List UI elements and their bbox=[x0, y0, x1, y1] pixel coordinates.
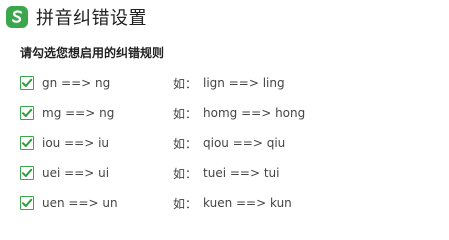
example-text: lign ==> ling bbox=[203, 76, 285, 90]
rule-text: iou ==> iu bbox=[42, 136, 110, 150]
rule-example: 如： tuei ==> tui bbox=[173, 165, 279, 182]
rule-checkbox[interactable] bbox=[20, 196, 34, 210]
rule-example: 如： homg ==> hong bbox=[173, 105, 305, 122]
rule-row: iou ==> iu 如： qiou ==> qiu bbox=[20, 128, 440, 158]
rule-checkbox[interactable] bbox=[20, 76, 34, 90]
rule-text: uen ==> un bbox=[42, 196, 118, 210]
rule-checkbox[interactable] bbox=[20, 136, 34, 150]
rule-checkbox[interactable] bbox=[20, 106, 34, 120]
example-text: kuen ==> kun bbox=[203, 196, 292, 210]
rule-row: gn ==> ng 如： lign ==> ling bbox=[20, 68, 440, 98]
example-label: 如： bbox=[173, 76, 198, 91]
sogou-logo-icon bbox=[6, 6, 28, 28]
rule-example: 如： kuen ==> kun bbox=[173, 195, 292, 212]
page-title: 拼音纠错设置 bbox=[36, 8, 147, 29]
rule-text: uei ==> ui bbox=[42, 166, 110, 180]
example-label: 如： bbox=[173, 136, 198, 151]
rule-checkbox[interactable] bbox=[20, 166, 34, 180]
example-text: tuei ==> tui bbox=[203, 166, 280, 180]
example-text: qiou ==> qiu bbox=[203, 136, 286, 150]
checkmark-icon bbox=[22, 168, 33, 177]
section-subtitle: 请勾选您想启用的纠错规则 bbox=[20, 46, 165, 60]
checkmark-icon bbox=[22, 138, 33, 147]
checkmark-icon bbox=[22, 108, 33, 117]
rule-text: mg ==> ng bbox=[42, 106, 115, 120]
example-label: 如： bbox=[173, 166, 198, 181]
rule-row: uen ==> un 如： kuen ==> kun bbox=[20, 188, 440, 218]
rule-row: mg ==> ng 如： homg ==> hong bbox=[20, 98, 440, 128]
rule-example: 如： qiou ==> qiu bbox=[173, 135, 285, 152]
example-text: homg ==> hong bbox=[203, 106, 306, 120]
rule-example: 如： lign ==> ling bbox=[173, 75, 285, 92]
rules-list: gn ==> ng 如： lign ==> ling mg ==> ng 如： … bbox=[20, 68, 440, 218]
rule-row: uei ==> ui 如： tuei ==> tui bbox=[20, 158, 440, 188]
checkmark-icon bbox=[22, 78, 33, 87]
header: 拼音纠错设置 bbox=[6, 4, 147, 30]
checkmark-icon bbox=[22, 198, 33, 207]
example-label: 如： bbox=[173, 106, 198, 121]
rule-text: gn ==> ng bbox=[42, 76, 111, 90]
example-label: 如： bbox=[173, 196, 198, 211]
